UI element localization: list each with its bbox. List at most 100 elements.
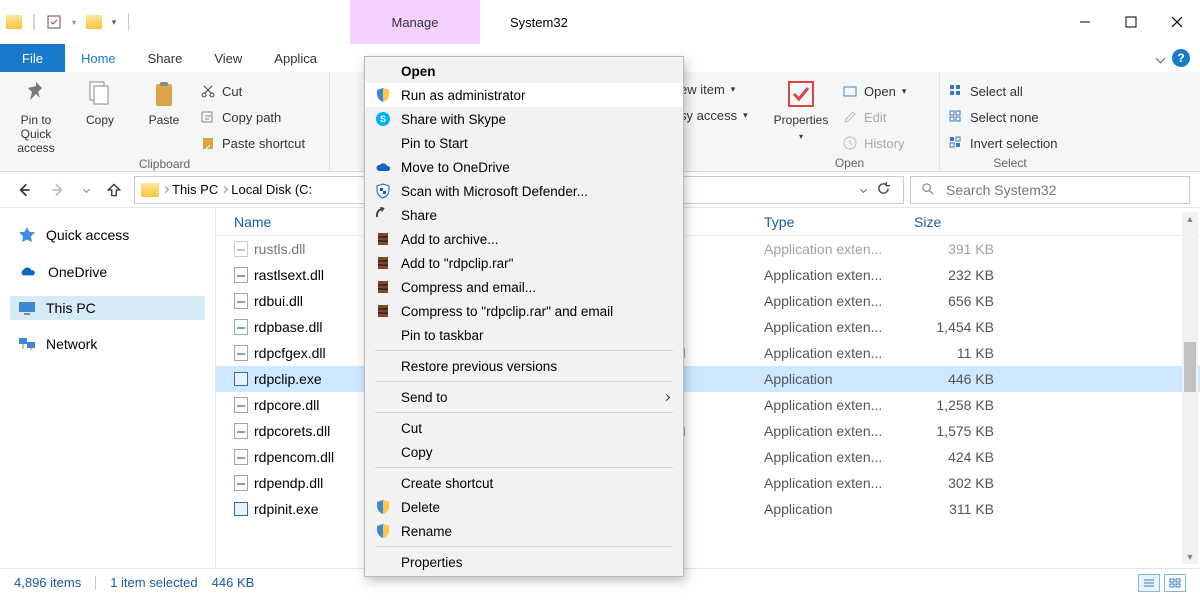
blank-icon (375, 358, 391, 374)
copy-path-button[interactable]: Copy path (200, 106, 305, 128)
properties-button[interactable]: Properties ▾ (768, 78, 834, 141)
chevron-down-icon[interactable]: ▾ (106, 14, 122, 30)
menu-item[interactable]: Run as administrator (365, 83, 683, 107)
pin-to-quick-access-button[interactable]: Pin to Quick access (8, 78, 64, 155)
invert-selection-button[interactable]: Invert selection (948, 132, 1057, 154)
copy-button[interactable]: Copy (72, 78, 128, 128)
menu-item-label: Scan with Microsoft Defender... (401, 184, 588, 199)
file-type: Application exten... (764, 423, 914, 439)
vertical-scrollbar[interactable]: ▲ ▼ (1182, 212, 1198, 564)
cloud-icon (18, 264, 38, 280)
blank-icon (375, 420, 391, 436)
tab-application-tools[interactable]: Applica (258, 44, 333, 72)
breadcrumb-local-disk[interactable]: Local Disk (C: (231, 182, 312, 197)
menu-item-label: Create shortcut (401, 476, 493, 491)
minimize-button[interactable] (1062, 0, 1108, 44)
scroll-down-icon[interactable]: ▼ (1185, 552, 1195, 562)
maximize-button[interactable] (1108, 0, 1154, 44)
new-item-button[interactable]: ew item ▾ (680, 78, 748, 100)
file-type: Application exten... (764, 293, 914, 309)
menu-item[interactable]: Compress to "rdpclip.rar" and email (365, 299, 683, 323)
menu-item[interactable]: Open (365, 59, 683, 83)
menu-item[interactable]: Delete (365, 495, 683, 519)
shield-icon (375, 499, 391, 515)
column-size[interactable]: Size (914, 214, 1004, 230)
menu-item[interactable]: Restore previous versions (365, 354, 683, 378)
menu-separator (375, 467, 673, 468)
chevron-right-icon[interactable] (221, 186, 228, 193)
menu-item[interactable]: Create shortcut (365, 471, 683, 495)
file-type: Application exten... (764, 475, 914, 491)
menu-item[interactable]: Properties (365, 550, 683, 574)
properties-icon[interactable] (46, 14, 62, 30)
sidebar-item-quick-access[interactable]: Quick access (10, 222, 205, 248)
scroll-up-icon[interactable]: ▲ (1185, 214, 1195, 224)
file-list-pane: Name Type Size rustls.dllApplication ext… (215, 208, 1200, 568)
group-label-open: Open (768, 154, 931, 170)
menu-item[interactable]: Compress and email... (365, 275, 683, 299)
close-button[interactable] (1154, 0, 1200, 44)
forward-button[interactable] (44, 176, 72, 204)
shield-icon (375, 523, 391, 539)
menu-item[interactable]: Scan with Microsoft Defender... (365, 179, 683, 203)
menu-item[interactable]: Pin to taskbar (365, 323, 683, 347)
file-size: 446 KB (914, 371, 1004, 387)
collapse-ribbon-icon[interactable] (1156, 53, 1166, 63)
open-button[interactable]: Open ▾ (842, 80, 906, 102)
dll-icon (234, 397, 248, 413)
search-input[interactable]: Search System32 (910, 176, 1190, 204)
menu-item[interactable]: Send to (365, 385, 683, 409)
tab-home[interactable]: Home (65, 44, 132, 72)
menu-item[interactable]: Copy (365, 440, 683, 464)
back-button[interactable] (10, 176, 38, 204)
select-all-button[interactable]: Select all (948, 80, 1057, 102)
refresh-button[interactable] (876, 181, 891, 199)
file-type: Application exten... (764, 397, 914, 413)
dropdown-icon[interactable]: ▾ (66, 14, 82, 30)
select-none-button[interactable]: Select none (948, 106, 1057, 128)
file-name: rdpcore.dll (254, 397, 319, 413)
contextual-tab-manage[interactable]: Manage (350, 0, 480, 44)
details-view-button[interactable] (1138, 574, 1160, 592)
breadcrumb-this-pc[interactable]: This PC (172, 182, 218, 197)
address-dropdown-icon[interactable] (860, 186, 867, 193)
shield-icon (375, 87, 391, 103)
blank-icon (375, 475, 391, 491)
dll-icon (234, 293, 248, 309)
tab-share[interactable]: Share (132, 44, 199, 72)
menu-item[interactable]: Share (365, 203, 683, 227)
menu-item[interactable]: Cut (365, 416, 683, 440)
large-icons-view-button[interactable] (1164, 574, 1186, 592)
tab-file[interactable]: File (0, 44, 65, 72)
easy-access-button[interactable]: sy access ▾ (680, 104, 748, 126)
recent-locations-button[interactable] (78, 176, 94, 204)
menu-item[interactable]: SShare with Skype (365, 107, 683, 131)
paste-shortcut-button[interactable]: Paste shortcut (200, 132, 305, 154)
paste-button[interactable]: Paste (136, 78, 192, 128)
exe-icon (234, 372, 248, 386)
menu-item[interactable]: Add to "rdpclip.rar" (365, 251, 683, 275)
sidebar-item-onedrive[interactable]: OneDrive (10, 260, 205, 284)
cut-button[interactable]: Cut (200, 80, 305, 102)
edit-button[interactable]: Edit (842, 106, 906, 128)
sidebar-item-this-pc[interactable]: This PC (10, 296, 205, 320)
menu-item-label: Delete (401, 500, 440, 515)
scissors-icon (200, 83, 216, 99)
sidebar-item-network[interactable]: Network (10, 332, 205, 356)
menu-item-label: Compress to "rdpclip.rar" and email (401, 304, 613, 319)
menu-item[interactable]: Rename (365, 519, 683, 543)
select-all-icon (948, 83, 964, 99)
help-icon[interactable]: ? (1172, 49, 1190, 67)
menu-item[interactable]: Add to archive... (365, 227, 683, 251)
menu-item[interactable]: Pin to Start (365, 131, 683, 155)
history-button[interactable]: History (842, 132, 906, 154)
scroll-thumb[interactable] (1184, 342, 1196, 392)
folder-icon[interactable] (86, 14, 102, 30)
up-button[interactable] (100, 176, 128, 204)
chevron-right-icon[interactable] (162, 186, 169, 193)
column-type[interactable]: Type (764, 214, 914, 230)
search-icon (921, 182, 936, 197)
menu-item[interactable]: Move to OneDrive (365, 155, 683, 179)
tab-view[interactable]: View (198, 44, 258, 72)
file-size: 1,258 KB (914, 397, 1004, 413)
